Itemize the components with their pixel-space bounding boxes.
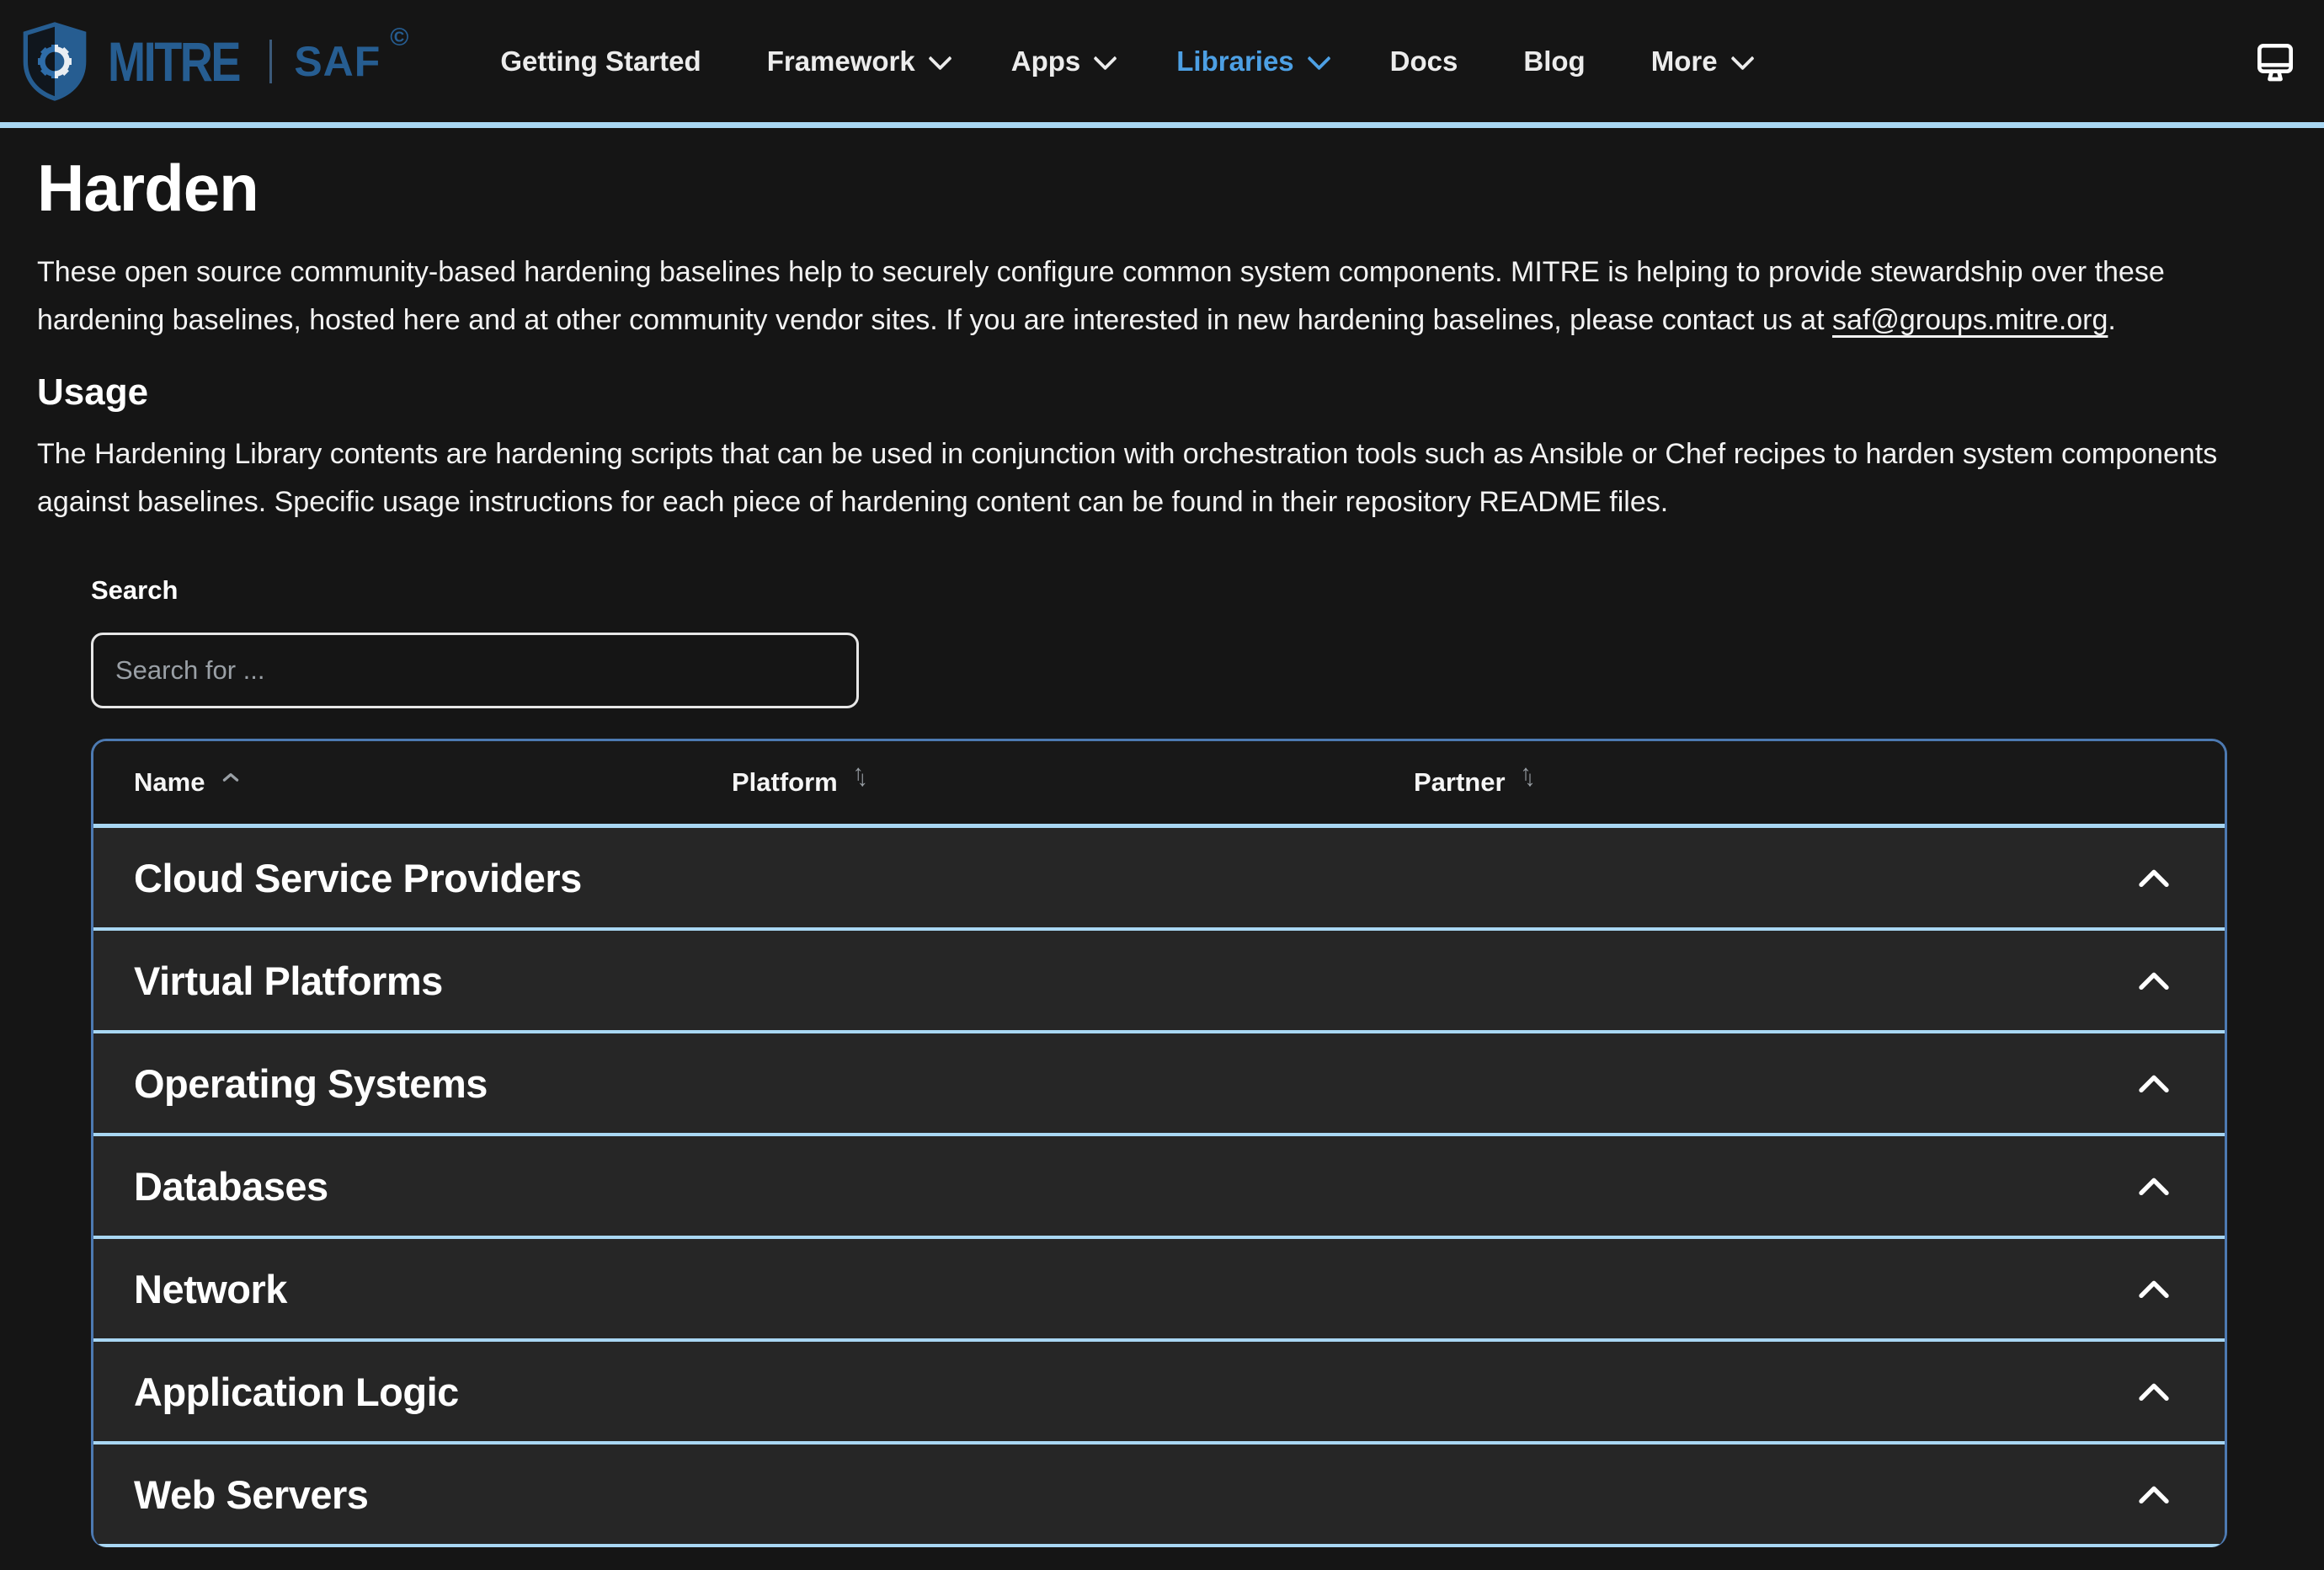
sort-both-icon: ↑↓ xyxy=(1520,760,1536,791)
chevron-up-icon xyxy=(2139,1486,2169,1503)
chevron-up-icon xyxy=(2139,972,2169,990)
mitre-wordmark: MITRE xyxy=(108,29,242,93)
section-row-web-servers[interactable]: Web Servers xyxy=(93,1445,2225,1547)
section-row-virtual-platforms[interactable]: Virtual Platforms xyxy=(93,931,2225,1033)
chevron-up-icon xyxy=(2139,1075,2169,1092)
saf-home-logo[interactable]: MITRE SAF © xyxy=(19,21,409,102)
sort-ascending-icon xyxy=(223,773,239,782)
chevron-up-icon xyxy=(2139,1280,2169,1298)
brand-divider xyxy=(269,39,273,83)
nav-item-getting-started[interactable]: Getting Started xyxy=(500,45,701,77)
sort-both-icon: ↑↓ xyxy=(852,760,868,791)
main-content: Harden These open source community-based… xyxy=(0,150,2324,1547)
section-row-operating-systems[interactable]: Operating Systems xyxy=(93,1033,2225,1136)
hardening-library-table: Name Platform ↑↓ Partner ↑↓ Cloud Servic… xyxy=(91,739,2227,1547)
usage-heading: Usage xyxy=(37,371,149,413)
chevron-down-icon xyxy=(928,45,952,71)
chevron-up-icon xyxy=(2139,1178,2169,1195)
nav-item-docs[interactable]: Docs xyxy=(1390,45,1458,77)
search-section: Search xyxy=(91,575,2287,708)
table-header-row: Name Platform ↑↓ Partner ↑↓ xyxy=(93,741,2225,828)
page-title: Harden xyxy=(37,151,259,225)
chevron-up-icon xyxy=(2139,1383,2169,1401)
section-row-databases[interactable]: Databases xyxy=(93,1136,2225,1239)
nav-item-blog[interactable]: Blog xyxy=(1523,45,1585,77)
column-header-name[interactable]: Name xyxy=(134,767,732,798)
section-row-application-logic[interactable]: Application Logic xyxy=(93,1342,2225,1445)
nav-menu: Getting Started Framework Apps Libraries… xyxy=(500,45,1755,77)
column-header-platform[interactable]: Platform ↑↓ xyxy=(732,760,1414,798)
chevron-down-icon xyxy=(1730,45,1755,71)
section-row-network[interactable]: Network xyxy=(93,1239,2225,1342)
chevron-up-icon xyxy=(2139,869,2169,887)
search-label: Search xyxy=(91,575,179,605)
intro-paragraph: These open source community-based harden… xyxy=(37,256,2165,336)
monitor-icon xyxy=(2257,43,2293,81)
section-row-cloud-service-providers[interactable]: Cloud Service Providers xyxy=(93,828,2225,931)
nav-item-more[interactable]: More xyxy=(1651,45,1755,77)
nav-item-libraries[interactable]: Libraries xyxy=(1176,45,1331,77)
theme-toggle-button[interactable] xyxy=(2252,38,2299,85)
search-input[interactable] xyxy=(91,633,859,708)
column-header-partner[interactable]: Partner ↑↓ xyxy=(1414,760,2184,798)
top-navigation: MITRE SAF © Getting Started Framework Ap… xyxy=(0,0,2324,128)
nav-item-apps[interactable]: Apps xyxy=(1011,45,1117,77)
chevron-down-icon xyxy=(1307,45,1331,71)
contact-email-link[interactable]: saf@groups.mitre.org xyxy=(1832,304,2108,336)
usage-paragraph: The Hardening Library contents are harde… xyxy=(37,438,2218,518)
saf-wordmark: SAF © xyxy=(294,23,410,85)
mitre-shield-gear-icon xyxy=(19,21,91,102)
chevron-down-icon xyxy=(1093,45,1117,71)
copyright-mark: © xyxy=(390,23,410,51)
nav-item-framework[interactable]: Framework xyxy=(767,45,952,77)
